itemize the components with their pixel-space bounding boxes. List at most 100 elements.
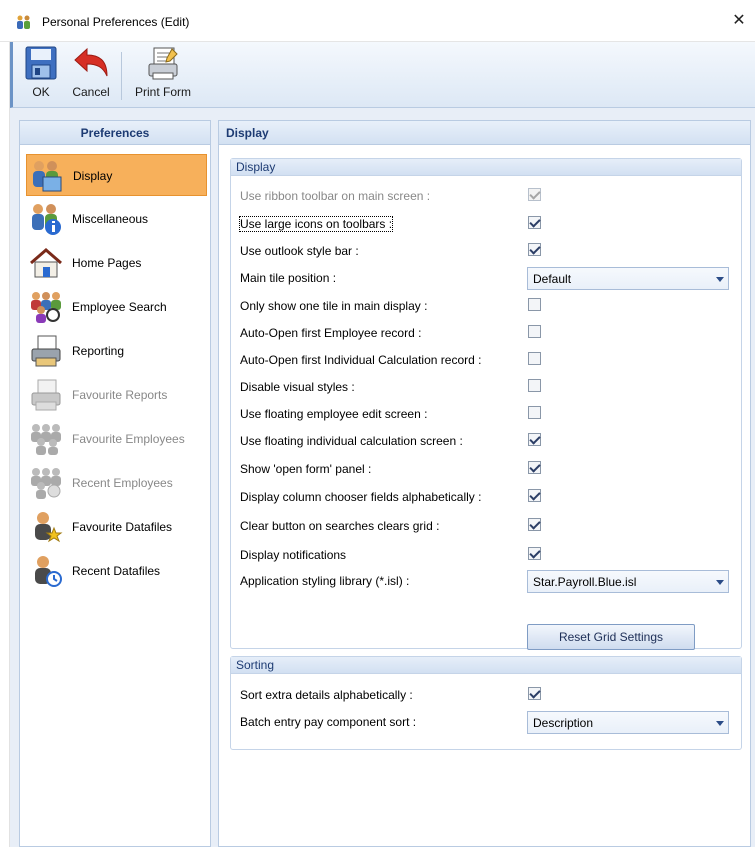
sidebar-item-favourite-datafiles[interactable]: Favourite Datafiles xyxy=(26,506,207,548)
sidebar-item-recent-datafiles[interactable]: Recent Datafiles xyxy=(26,550,207,592)
styling-library-select[interactable]: Star.Payroll.Blue.isl xyxy=(527,570,729,593)
floating-employee-edit-checkbox[interactable] xyxy=(528,406,541,419)
ribbon-toolbar-checkbox[interactable] xyxy=(528,188,541,201)
select-value: Star.Payroll.Blue.isl xyxy=(533,575,637,589)
group-header: Sorting xyxy=(231,657,741,674)
option-label: Use large icons on toolbars : xyxy=(238,216,394,232)
option-label: Sort extra details alphabetically : xyxy=(240,688,413,702)
chevron-down-icon xyxy=(716,721,724,726)
option-large-icons: Use large icons on toolbars : xyxy=(238,213,730,235)
floating-calculation-checkbox[interactable] xyxy=(528,433,541,446)
favourite-reports-icon xyxy=(29,378,63,412)
sort-extra-details-checkbox[interactable] xyxy=(528,687,541,700)
print-form-icon xyxy=(146,47,180,83)
favourite-employees-icon xyxy=(29,422,63,456)
recent-employees-icon xyxy=(29,466,63,500)
display-panel: Display Display Use ribbon toolbar on ma… xyxy=(218,120,751,847)
auto-open-employee-checkbox[interactable] xyxy=(528,325,541,338)
house-icon xyxy=(29,246,63,280)
sidebar-item-label: Favourite Employees xyxy=(72,432,185,446)
option-label: Display notifications xyxy=(240,548,347,562)
sidebar-item-employee-search[interactable]: Employee Search xyxy=(26,286,207,328)
option-outlook-bar: Use outlook style bar : xyxy=(240,240,730,262)
open-form-panel-checkbox[interactable] xyxy=(528,461,541,474)
option-sort-extra-details: Sort extra details alphabetically : xyxy=(240,684,730,706)
reset-grid-settings-button[interactable]: Reset Grid Settings xyxy=(527,624,695,650)
option-floating-employee-edit: Use floating employee edit screen : xyxy=(240,403,730,425)
option-display-notifications: Display notifications xyxy=(240,544,730,566)
ok-button[interactable]: OK xyxy=(25,46,57,99)
option-floating-calculation: Use floating individual calculation scre… xyxy=(240,430,730,452)
option-ribbon-toolbar: Use ribbon toolbar on main screen : xyxy=(240,185,730,207)
large-icons-checkbox[interactable] xyxy=(528,216,541,229)
sidebar-item-label: Favourite Datafiles xyxy=(72,520,173,534)
preferences-sidebar: Preferences Display Miscellaneous Home P… xyxy=(19,120,211,847)
option-main-tile-position: Main tile position : Default xyxy=(240,267,730,291)
sidebar-item-label: Recent Datafiles xyxy=(72,564,161,578)
select-value: Default xyxy=(533,272,572,286)
sidebar-item-reporting[interactable]: Reporting xyxy=(26,330,207,372)
option-auto-open-employee: Auto-Open first Employee record : xyxy=(240,322,730,344)
print-form-button[interactable]: Print Form xyxy=(131,46,195,99)
panel-header: Display xyxy=(219,121,750,145)
undo-arrow-icon xyxy=(71,47,111,83)
option-label: Clear button on searches clears grid : xyxy=(240,519,440,533)
sidebar-item-label: Favourite Reports xyxy=(72,388,168,402)
people-display-icon xyxy=(30,159,64,193)
select-value: Description xyxy=(533,716,594,730)
cancel-button[interactable]: Cancel xyxy=(69,46,113,99)
sidebar-item-label: Recent Employees xyxy=(72,476,173,490)
sidebar-item-favourite-reports[interactable]: Favourite Reports xyxy=(26,374,207,416)
option-disable-visual-styles: Disable visual styles : xyxy=(240,376,730,398)
sidebar-item-miscellaneous[interactable]: Miscellaneous xyxy=(26,198,207,240)
column-chooser-alpha-checkbox[interactable] xyxy=(528,489,541,502)
sidebar-item-display[interactable]: Display xyxy=(26,154,207,196)
sidebar-item-label: Display xyxy=(73,169,113,183)
window-title: Personal Preferences (Edit) xyxy=(42,15,190,29)
sidebar-item-label: Home Pages xyxy=(72,256,142,270)
sorting-group: Sorting Sort extra details alphabeticall… xyxy=(230,656,742,750)
auto-open-calculation-checkbox[interactable] xyxy=(528,352,541,365)
option-label: Auto-Open first Individual Calculation r… xyxy=(240,353,482,367)
option-label: Auto-Open first Employee record : xyxy=(240,326,422,340)
outlook-bar-checkbox[interactable] xyxy=(528,243,541,256)
option-label: Only show one tile in main display : xyxy=(240,299,428,313)
toolbar-separator xyxy=(121,52,122,100)
option-label: Main tile position : xyxy=(240,271,337,285)
batch-entry-sort-select[interactable]: Description xyxy=(527,711,729,734)
sidebar-item-recent-employees[interactable]: Recent Employees xyxy=(26,462,207,504)
group-header: Display xyxy=(231,159,741,176)
display-notifications-checkbox[interactable] xyxy=(528,547,541,560)
recent-datafiles-icon xyxy=(29,554,63,588)
option-label: Disable visual styles : xyxy=(240,380,355,394)
people-info-icon xyxy=(29,202,63,236)
option-column-chooser-alpha: Display column chooser fields alphabetic… xyxy=(240,486,730,508)
favourite-datafiles-icon xyxy=(29,510,63,544)
sidebar-header: Preferences xyxy=(20,121,210,145)
display-group: Display Use ribbon toolbar on main scree… xyxy=(230,158,742,650)
sidebar-item-home-pages[interactable]: Home Pages xyxy=(26,242,207,284)
chevron-down-icon xyxy=(716,277,724,282)
cancel-button-label: Cancel xyxy=(72,85,110,99)
print-form-button-label: Print Form xyxy=(134,85,191,99)
one-tile-checkbox[interactable] xyxy=(528,298,541,311)
option-label: Use outlook style bar : xyxy=(240,244,359,258)
option-clear-button-grid: Clear button on searches clears grid : xyxy=(240,515,730,537)
option-auto-open-calculation: Auto-Open first Individual Calculation r… xyxy=(240,349,730,371)
sidebar-item-label: Employee Search xyxy=(72,300,167,314)
option-open-form-panel: Show 'open form' panel : xyxy=(240,458,730,480)
option-label: Batch entry pay component sort : xyxy=(240,715,417,729)
title-bar: Personal Preferences (Edit) ✕ xyxy=(0,0,755,42)
sidebar-item-favourite-employees[interactable]: Favourite Employees xyxy=(26,418,207,460)
employee-search-icon xyxy=(29,290,63,324)
clear-button-grid-checkbox[interactable] xyxy=(528,518,541,531)
option-label: Display column chooser fields alphabetic… xyxy=(240,490,482,504)
app-people-icon xyxy=(16,15,32,29)
sidebar-item-label: Reporting xyxy=(72,344,125,358)
disable-visual-styles-checkbox[interactable] xyxy=(528,379,541,392)
close-icon[interactable]: ✕ xyxy=(729,11,749,31)
main-tile-position-select[interactable]: Default xyxy=(527,267,729,290)
sidebar-item-label: Miscellaneous xyxy=(72,212,149,226)
option-one-tile: Only show one tile in main display : xyxy=(240,295,730,317)
option-label: Application styling library (*.isl) : xyxy=(240,574,410,588)
